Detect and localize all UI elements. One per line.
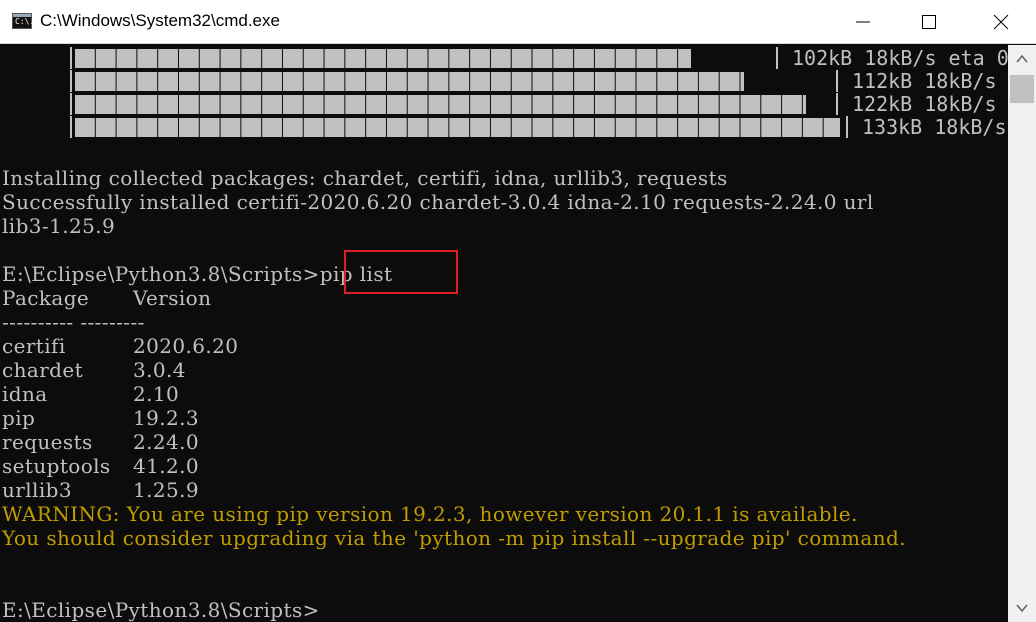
progress-stats: 133kB 18kB/s bbox=[862, 115, 1007, 139]
chevron-up-icon bbox=[1016, 54, 1028, 63]
success-line-wrap: lib3-1.25.9 bbox=[2, 214, 116, 238]
title-bar[interactable]: C:\. C:\Windows\System32\cmd.exe bbox=[0, 0, 1036, 44]
progress-row: 102kB 18kB/s eta 0 bbox=[0, 46, 1008, 70]
package-name: certifi bbox=[2, 334, 66, 358]
progress-separator bbox=[776, 47, 778, 69]
package-name: urllib3 bbox=[2, 478, 72, 502]
progress-left-border bbox=[70, 93, 72, 115]
command-highlight-box bbox=[344, 250, 458, 294]
progress-row: 133kB 18kB/s bbox=[0, 115, 1008, 139]
progress-left-border bbox=[70, 47, 72, 69]
success-line: Successfully installed certifi-2020.6.20… bbox=[2, 190, 874, 214]
scroll-thumb[interactable] bbox=[1010, 75, 1034, 103]
progress-bar bbox=[74, 71, 744, 91]
final-prompt: E:\Eclipse\Python3.8\Scripts> bbox=[2, 598, 320, 622]
scroll-down-button[interactable] bbox=[1008, 594, 1036, 622]
package-row: idna 2.10 bbox=[2, 382, 179, 406]
package-name: pip bbox=[2, 406, 36, 430]
package-version: 1.25.9 bbox=[133, 478, 200, 502]
install-line: Installing collected packages: chardet, … bbox=[2, 166, 728, 190]
vertical-scrollbar[interactable] bbox=[1008, 45, 1036, 622]
package-version: 19.2.3 bbox=[133, 406, 200, 430]
scroll-up-button[interactable] bbox=[1008, 45, 1036, 73]
package-row: requests 2.24.0 bbox=[2, 430, 199, 454]
progress-separator bbox=[836, 70, 838, 92]
cmd-window: C:\. C:\Windows\System32\cmd.exe 102kB 1… bbox=[0, 0, 1036, 622]
cmd-app-icon[interactable]: C:\. bbox=[12, 13, 35, 29]
prompt-text: E:\Eclipse\Python3.8\Scripts> bbox=[2, 262, 320, 286]
close-icon bbox=[993, 14, 1009, 30]
window-title: C:\Windows\System32\cmd.exe bbox=[40, 11, 280, 30]
maximize-button[interactable] bbox=[906, 0, 952, 44]
package-version: 2020.6.20 bbox=[133, 334, 239, 358]
progress-separator bbox=[836, 93, 838, 115]
progress-bar bbox=[74, 48, 691, 68]
package-version: 2.24.0 bbox=[133, 430, 200, 454]
package-name: chardet bbox=[2, 358, 84, 382]
progress-bar bbox=[74, 94, 806, 114]
package-name: idna bbox=[2, 382, 48, 406]
list-separator: ---------- --------- bbox=[2, 310, 145, 334]
package-row: urllib3 1.25.9 bbox=[2, 478, 199, 502]
header-version: Version bbox=[133, 286, 212, 310]
upgrade-hint-line: You should consider upgrading via the 'p… bbox=[2, 526, 906, 550]
header-package: Package bbox=[2, 286, 90, 310]
package-name: setuptools bbox=[2, 454, 111, 478]
app-icon-label: C:\. bbox=[15, 17, 35, 26]
command-line: E:\Eclipse\Python3.8\Scripts>pip list bbox=[2, 262, 392, 286]
minimize-icon bbox=[856, 21, 870, 23]
progress-left-border bbox=[70, 116, 72, 138]
package-row: certifi 2020.6.20 bbox=[2, 334, 238, 358]
package-version: 2.10 bbox=[133, 382, 180, 406]
progress-stats: 112kB 18kB/s et bbox=[852, 69, 997, 93]
progress-row: 112kB 18kB/s et bbox=[0, 69, 1008, 93]
maximize-icon bbox=[922, 15, 936, 29]
progress-left-border bbox=[70, 70, 72, 92]
package-row: setuptools 41.2.0 bbox=[2, 454, 199, 478]
package-row: chardet 3.0.4 bbox=[2, 358, 186, 382]
minimize-button[interactable] bbox=[840, 0, 886, 44]
package-name: requests bbox=[2, 430, 93, 454]
chevron-down-icon bbox=[1016, 604, 1028, 613]
package-version: 3.0.4 bbox=[133, 358, 186, 382]
warning-line: WARNING: You are using pip version 19.2.… bbox=[2, 502, 858, 526]
package-row: pip 19.2.3 bbox=[2, 406, 199, 430]
list-header: Package Version bbox=[2, 286, 211, 310]
close-button[interactable] bbox=[978, 0, 1024, 44]
progress-separator bbox=[846, 116, 848, 138]
console-output[interactable]: 102kB 18kB/s eta 0 112kB 18kB/s et 122kB… bbox=[0, 45, 1008, 622]
package-version: 41.2.0 bbox=[133, 454, 200, 478]
progress-bar bbox=[74, 117, 840, 137]
progress-stats: 102kB 18kB/s eta 0 bbox=[792, 46, 1008, 70]
progress-stats: 122kB 18kB/s bbox=[852, 92, 997, 116]
progress-row: 122kB 18kB/s bbox=[0, 92, 1008, 116]
